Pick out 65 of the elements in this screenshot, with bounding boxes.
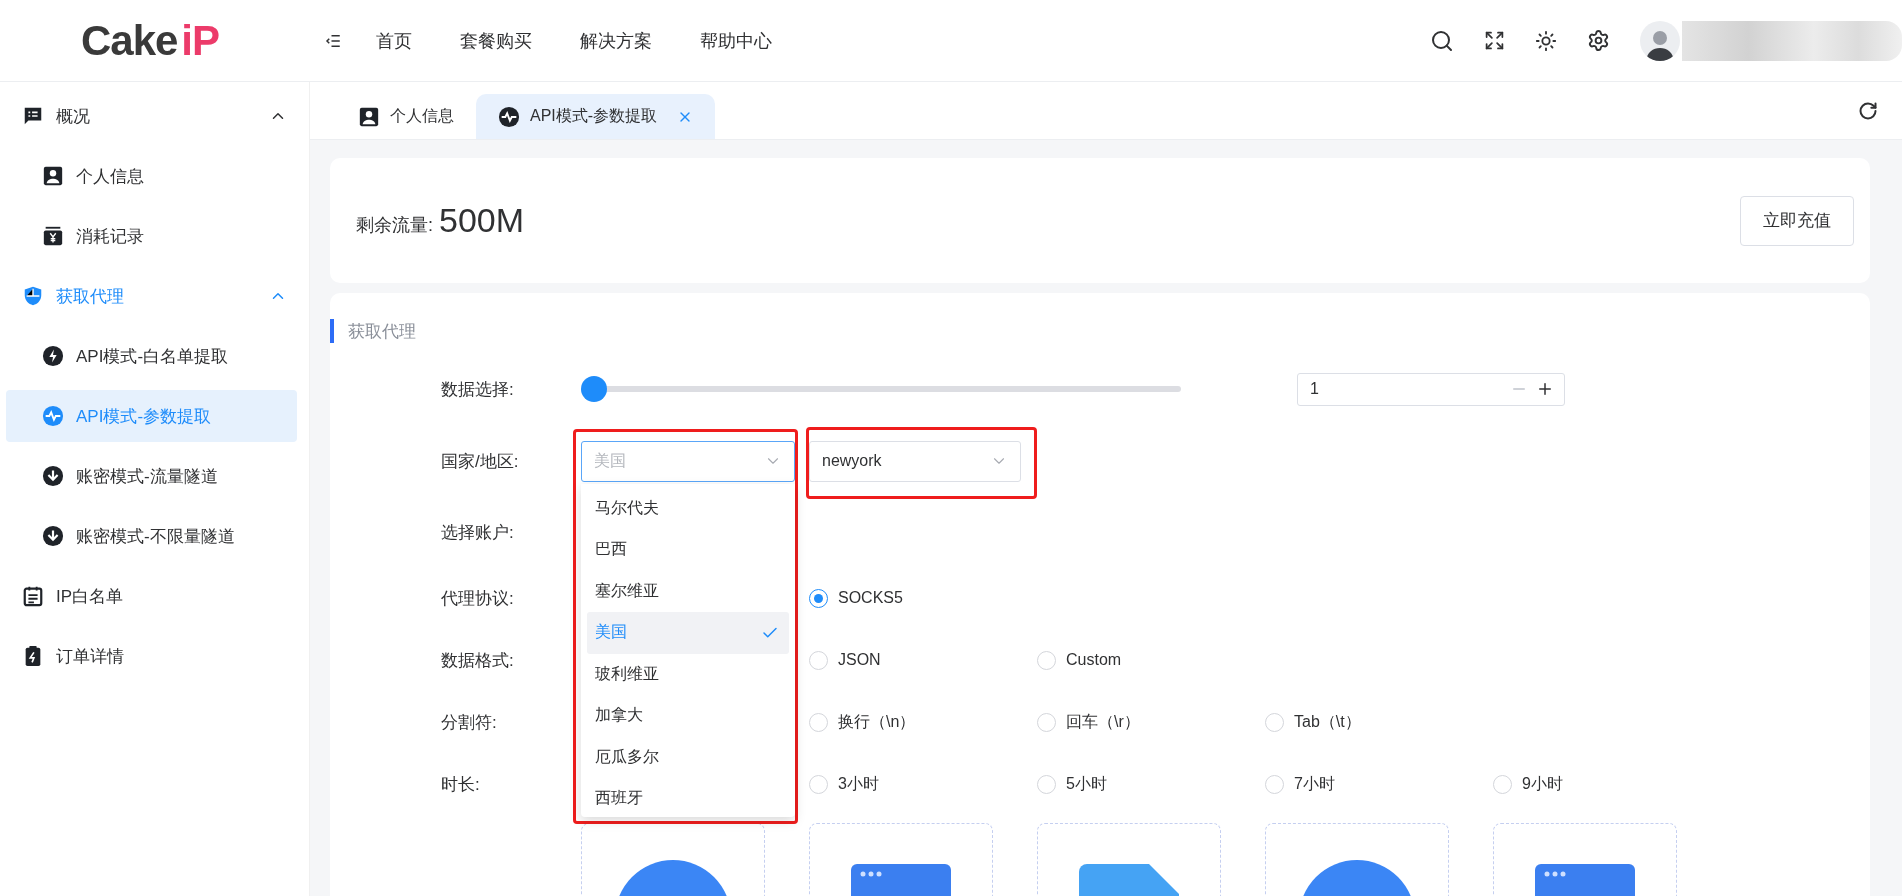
sidebar-item[interactable]: API模式-白名单提取 [6,330,297,382]
yen-box-icon [42,225,64,247]
radio-option[interactable]: 换行（\n） [809,711,1037,733]
notepad-icon [22,585,44,607]
nav-link[interactable]: 首页 [376,28,412,53]
logo[interactable]: CakeiP [80,16,220,65]
plus-icon[interactable] [1536,380,1554,398]
field-label: 数据选择: [441,378,515,401]
sidebar-item[interactable]: 账密模式-不限量隧道 [6,510,297,562]
field-label: 数据格式: [441,649,515,672]
radio-option[interactable]: 5小时 [1037,773,1265,795]
sidebar-item[interactable]: 获取代理 [6,270,297,322]
tab[interactable]: 个人信息 [336,94,476,139]
city-select[interactable]: newyork [809,440,1021,482]
tab[interactable]: API模式-参数提取 [476,94,716,139]
field-label: 分割符: [441,711,498,734]
section-title: 获取代理 [330,319,1870,343]
field-label: 时长: [441,773,481,796]
nav-link[interactable]: 解决方案 [580,28,652,53]
radio-option[interactable]: 回车（\r） [1037,711,1265,733]
user-card-icon [42,165,64,187]
dropdown-option[interactable]: 巴西 [587,529,789,571]
radio-option[interactable]: JSON [809,650,1037,670]
nav-link[interactable]: 套餐购买 [460,28,532,53]
sidebar-item[interactable]: 消耗记录 [6,210,297,262]
search-icon[interactable] [1430,28,1454,53]
nav-link[interactable]: 帮助中心 [700,28,772,53]
lightning-circle-icon [42,345,64,367]
download-circle-icon [42,525,64,547]
sidebar-item[interactable]: 订单详情 [6,630,297,682]
field-label: 选择账户: [441,521,515,544]
dropdown-option[interactable]: 厄瓜多尔 [587,736,789,778]
field-label: 代理协议: [441,587,515,610]
sidebar-item[interactable]: 概况 [6,90,297,142]
sidebar-item[interactable]: 账密模式-流量隧道 [6,450,297,502]
user-card-icon [358,105,380,128]
pulse-circle-icon [498,105,520,128]
pulse-circle-icon [42,405,64,427]
radio-option[interactable]: 3小时 [809,773,1037,795]
dropdown-option[interactable]: 塞尔维亚 [587,570,789,612]
radio-option[interactable]: 9小时 [1493,773,1721,795]
sidebar-item[interactable]: 个人信息 [6,150,297,202]
settings-icon[interactable] [1587,29,1610,52]
number-input[interactable]: 1 [1297,372,1565,406]
sidebar-item[interactable]: IP白名单 [6,570,297,622]
dropdown-option[interactable]: 玻利维亚 [587,653,789,695]
balance-label: 剩余流量: [356,213,433,237]
dropdown-option[interactable]: 加拿大 [587,695,789,737]
dropdown-option[interactable]: 西班牙 [587,778,789,817]
slider-thumb[interactable] [581,376,607,402]
radio-option[interactable]: Custom [1037,650,1265,670]
refresh-icon[interactable] [1858,100,1878,121]
slider-track[interactable] [581,376,1181,402]
radio-option[interactable]: Tab（\t） [1265,711,1493,733]
recharge-button[interactable]: 立即充值 [1740,195,1854,246]
field-label: 国家/地区: [441,450,520,473]
sun-icon[interactable] [1535,29,1557,52]
dropdown-option[interactable]: 马尔代夫 [587,487,789,529]
fullscreen-icon[interactable] [1484,30,1505,51]
avatar[interactable] [1640,20,1680,61]
shield-icon [22,285,44,307]
download-circle-icon [42,465,64,487]
radio-option[interactable]: SOCKS5 [809,588,1037,608]
balance-value: 500M [439,201,525,240]
radio-option[interactable]: 7小时 [1265,773,1493,795]
